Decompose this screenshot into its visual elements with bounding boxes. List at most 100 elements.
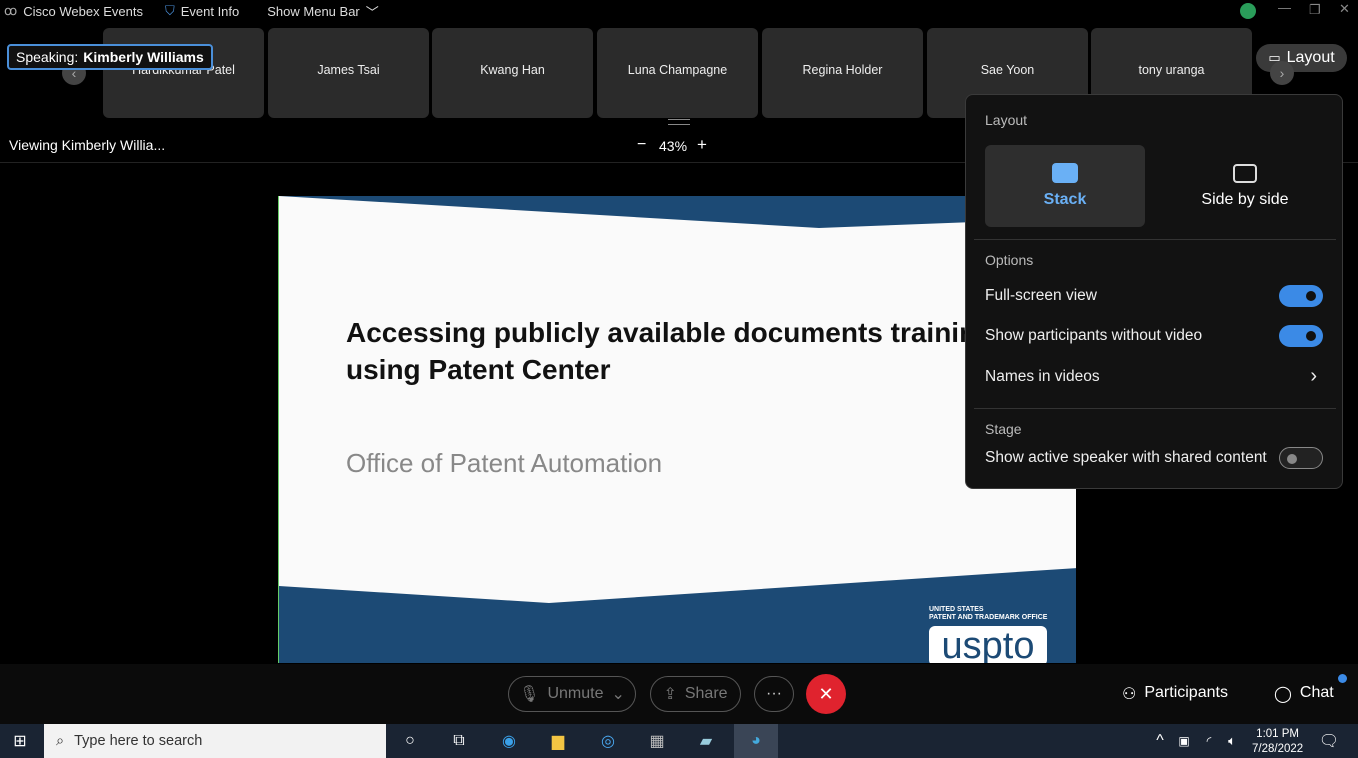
share-icon: ⇪ xyxy=(663,686,677,703)
slide-title-line: Accessing publicly available documents t… xyxy=(346,317,994,348)
time: 1:01 PM xyxy=(1256,728,1299,740)
minimize-button[interactable]: — xyxy=(1278,0,1291,15)
close-icon: ✕ xyxy=(818,683,834,704)
chat-label: Chat xyxy=(1299,684,1334,701)
zoom-in-button[interactable]: + xyxy=(697,135,707,155)
date: 7/28/2022 xyxy=(1252,743,1304,755)
zoom-level: 43% xyxy=(659,138,688,154)
search-placeholder: Type here to search xyxy=(74,733,203,749)
shield-icon: ⛉ xyxy=(164,3,175,18)
webex-taskbar-button[interactable]: ◕ xyxy=(734,724,778,758)
viewing-label: Viewing Kimberly Willia... xyxy=(9,137,166,153)
full-screen-label: Full-screen view xyxy=(985,287,1097,304)
participant-tile[interactable]: James Tsai xyxy=(268,28,429,118)
webex-logo-icon: ꝏ xyxy=(4,3,18,18)
end-call-button[interactable]: ✕ xyxy=(806,674,846,714)
show-hidden-icons[interactable]: ^ xyxy=(1148,730,1172,752)
layout-stack-option[interactable]: Stack xyxy=(985,145,1145,227)
show-without-video-label: Show participants without video xyxy=(985,327,1203,344)
search-icon: ⌕ xyxy=(56,733,65,749)
shared-slide: Accessing publicly available documents t… xyxy=(278,196,1076,663)
layout-popup: Layout Stack Side by side Options Full-s… xyxy=(965,94,1343,489)
slide-title-line: using Patent Center xyxy=(346,354,611,385)
participants-label: Participants xyxy=(1144,684,1228,701)
stage-header: Stage xyxy=(985,421,1022,437)
show-menu-bar-button[interactable]: Show Menu Bar xyxy=(267,4,360,19)
app-title: Cisco Webex Events xyxy=(23,3,143,19)
participant-name: Sae Yoon xyxy=(980,63,1035,77)
zoom-out-button[interactable]: − xyxy=(637,136,646,154)
file-explorer-icon[interactable]: ▆ xyxy=(546,730,570,752)
speaking-label: Speaking: xyxy=(16,49,79,65)
edge-icon[interactable]: ◉ xyxy=(497,730,521,752)
clock[interactable]: 1:01 PM 7/28/2022 xyxy=(1252,727,1303,757)
side-by-side-label: Side by side xyxy=(1201,190,1289,208)
share-button[interactable]: ⇪ Share xyxy=(650,676,741,712)
title-bar: ꝏ Cisco Webex Events ⛉ Event Info Show M… xyxy=(0,0,1358,22)
divider xyxy=(974,239,1336,240)
show-without-video-toggle[interactable] xyxy=(1279,325,1323,347)
restore-button[interactable]: ❐ xyxy=(1309,2,1321,18)
participant-name: Luna Champagne xyxy=(627,63,728,77)
active-speaker-toggle[interactable] xyxy=(1279,447,1323,469)
layout-side-by-side-option[interactable]: Side by side xyxy=(1165,145,1325,227)
participant-tile[interactable]: Hardikkumar Patel xyxy=(103,28,264,118)
chevron-down-icon[interactable]: ⌄ xyxy=(611,684,624,704)
participant-name: Kwang Han xyxy=(480,63,545,77)
microphone-muted-icon: 🎙︎ xyxy=(519,686,540,703)
chat-notification-dot xyxy=(1338,674,1347,683)
layout-button[interactable]: ▭ Layout xyxy=(1256,44,1347,72)
full-screen-toggle[interactable] xyxy=(1279,285,1323,307)
strip-next-button[interactable]: › xyxy=(1270,61,1294,85)
stack-icon xyxy=(1052,163,1078,183)
app-icon[interactable]: ▦ xyxy=(645,730,669,752)
chevron-down-icon[interactable]: ﹀ xyxy=(366,2,379,21)
options-header: Options xyxy=(985,252,1034,268)
participant-tile[interactable]: Regina Holder xyxy=(762,28,923,118)
task-view-icon[interactable]: ⧉ xyxy=(447,730,471,752)
slide-subtitle: Office of Patent Automation xyxy=(346,448,663,478)
participants-icon: ⚇ xyxy=(1122,686,1137,703)
wifi-icon[interactable]: ◜ xyxy=(1197,730,1221,752)
media-app-icon[interactable]: ◎ xyxy=(596,730,620,752)
unmute-button[interactable]: 🎙︎ Unmute ⌄ xyxy=(508,676,636,712)
notifications-icon[interactable]: 🗨︎ xyxy=(1317,730,1341,752)
close-button[interactable]: ✕ xyxy=(1339,1,1350,17)
notepad-icon[interactable]: ▰ xyxy=(694,730,718,752)
logo-wordmark: uspto xyxy=(929,626,1047,663)
uspto-logo: UNITED STATES PATENT AND TRADEMARK OFFIC… xyxy=(929,606,1047,663)
chevron-right-icon: › xyxy=(1310,365,1317,387)
participant-tile[interactable]: Luna Champagne xyxy=(597,28,758,118)
participants-button[interactable]: ⚇ Participants xyxy=(1122,684,1228,704)
volume-icon[interactable]: 🔈︎ xyxy=(1220,730,1244,752)
chat-icon: ◯ xyxy=(1274,686,1292,703)
participant-name: James Tsai xyxy=(317,63,380,77)
side-by-side-icon xyxy=(1233,163,1257,183)
battery-icon[interactable]: ▣ xyxy=(1172,730,1196,752)
windows-start-icon[interactable]: ⊞ xyxy=(8,730,32,752)
unmute-label: Unmute xyxy=(547,685,604,702)
stack-label: Stack xyxy=(1043,191,1087,208)
logo-text: UNITED STATES xyxy=(929,606,984,613)
speaker-name: Kimberly Williams xyxy=(83,49,204,65)
share-label: Share xyxy=(684,685,728,702)
event-info-button[interactable]: Event Info xyxy=(181,4,240,19)
logo-text: PATENT AND TRADEMARK OFFICE xyxy=(929,614,1048,621)
taskbar-search[interactable]: ⌕ Type here to search xyxy=(44,724,386,758)
network-status-icon[interactable] xyxy=(1240,3,1256,19)
names-in-videos-label: Names in videos xyxy=(985,367,1100,385)
slide-title: Accessing publicly available documents t… xyxy=(346,314,993,388)
speaking-indicator: Speaking: Kimberly Williams xyxy=(7,44,213,70)
names-in-videos-item[interactable]: Names in videos › xyxy=(985,365,1323,388)
cortana-icon[interactable]: ○ xyxy=(398,730,422,752)
slide-background xyxy=(279,196,1076,663)
layout-header: Layout xyxy=(985,112,1028,128)
active-speaker-label: Show active speaker with shared content xyxy=(985,449,1267,466)
participant-tile[interactable]: Kwang Han xyxy=(432,28,593,118)
resize-handle[interactable] xyxy=(668,119,690,125)
participant-name: Regina Holder xyxy=(802,63,883,77)
chat-button[interactable]: ◯ Chat xyxy=(1274,684,1334,704)
webex-icon: ◕ xyxy=(751,732,761,749)
more-options-button[interactable]: ··· xyxy=(754,676,794,712)
divider xyxy=(974,408,1336,409)
